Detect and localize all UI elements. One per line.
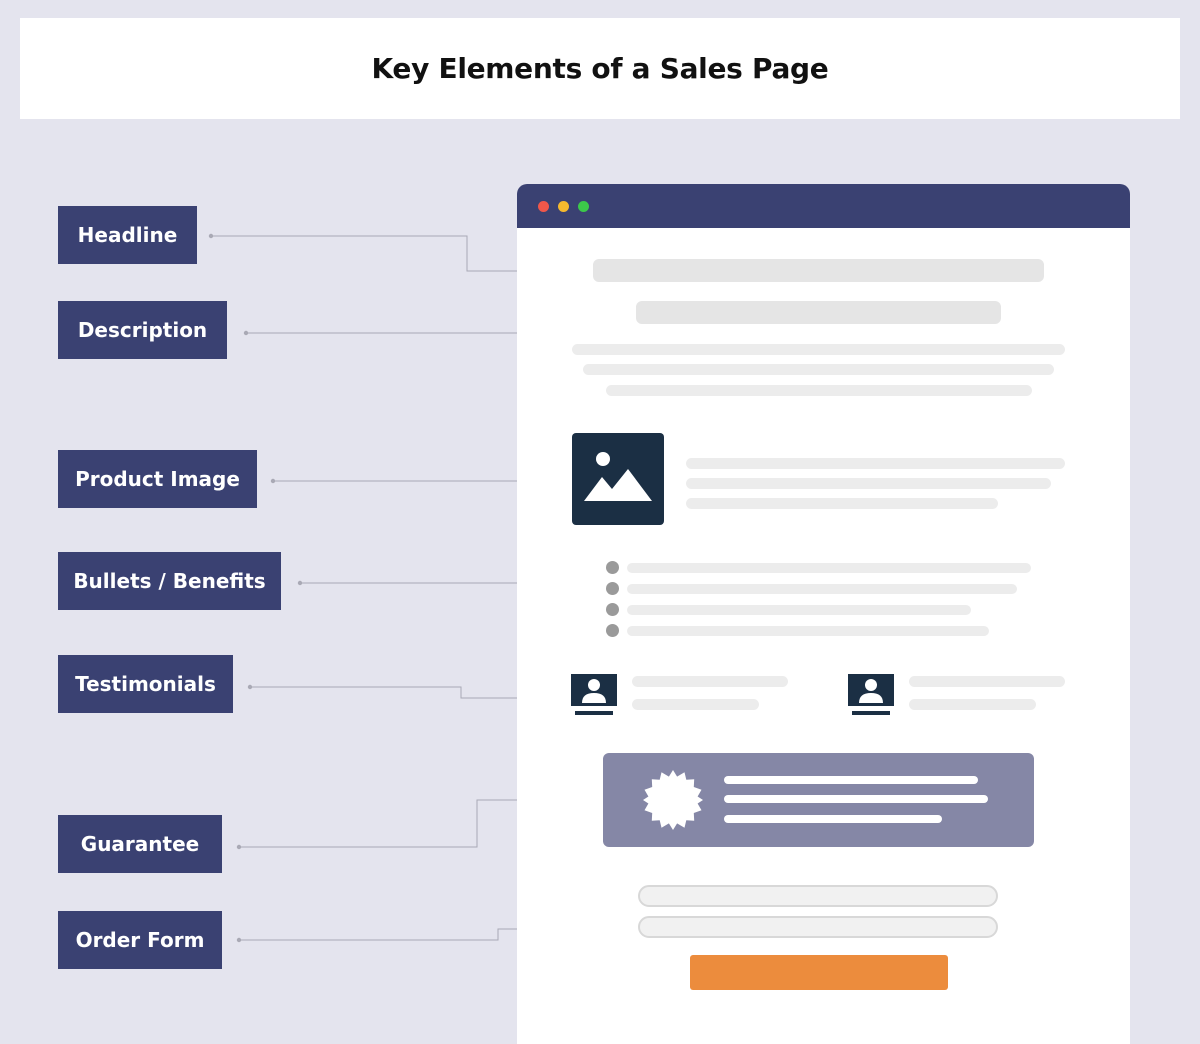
- product-text-line: [686, 458, 1065, 469]
- description-line: [606, 385, 1032, 396]
- guarantee-line: [724, 815, 942, 823]
- label-headline: Headline: [58, 206, 197, 264]
- label-description: Description: [58, 301, 227, 359]
- description-line: [572, 344, 1065, 355]
- label-bullets-benefits: Bullets / Benefits: [58, 552, 281, 610]
- label-product-image: Product Image: [58, 450, 257, 508]
- order-form-field: [638, 916, 998, 938]
- bullet-icon: [606, 582, 619, 595]
- product-text-line: [686, 478, 1051, 489]
- bullet-icon: [606, 561, 619, 574]
- order-form-field: [638, 885, 998, 907]
- bullet-icon: [606, 624, 619, 637]
- bullet-line: [627, 605, 971, 615]
- bullet-icon: [606, 603, 619, 616]
- order-button: [690, 955, 948, 990]
- connector-description: [246, 332, 555, 376]
- testimonial-line: [632, 676, 788, 687]
- headline-placeholder: [593, 259, 1044, 282]
- image-icon: [584, 452, 652, 501]
- label-guarantee: Guarantee: [58, 815, 222, 873]
- label-order-form: Order Form: [58, 911, 222, 969]
- bullet-line: [627, 626, 989, 636]
- badge-seal-icon: [643, 770, 703, 830]
- product-image-placeholder: [572, 433, 664, 525]
- maximize-dot-icon: [578, 201, 589, 212]
- guarantee-line: [724, 776, 978, 784]
- minimize-dot-icon: [558, 201, 569, 212]
- user-avatar-icon: [848, 674, 894, 718]
- testimonial-line: [909, 676, 1065, 687]
- connector-product-image: [273, 480, 558, 493]
- subheadline-placeholder: [636, 301, 1001, 324]
- close-dot-icon: [538, 201, 549, 212]
- testimonial-line: [909, 699, 1036, 710]
- user-avatar-icon: [571, 674, 617, 718]
- bullet-line: [627, 563, 1031, 573]
- description-line: [583, 364, 1054, 375]
- bullet-line: [627, 584, 1017, 594]
- label-testimonials: Testimonials: [58, 655, 233, 713]
- guarantee-line: [724, 795, 988, 803]
- browser-titlebar: [517, 184, 1130, 228]
- guarantee-box: [603, 753, 1034, 847]
- connector-testimonials: [250, 686, 558, 699]
- browser-window: [517, 184, 1130, 1044]
- testimonial-line: [632, 699, 759, 710]
- product-text-line: [686, 498, 998, 509]
